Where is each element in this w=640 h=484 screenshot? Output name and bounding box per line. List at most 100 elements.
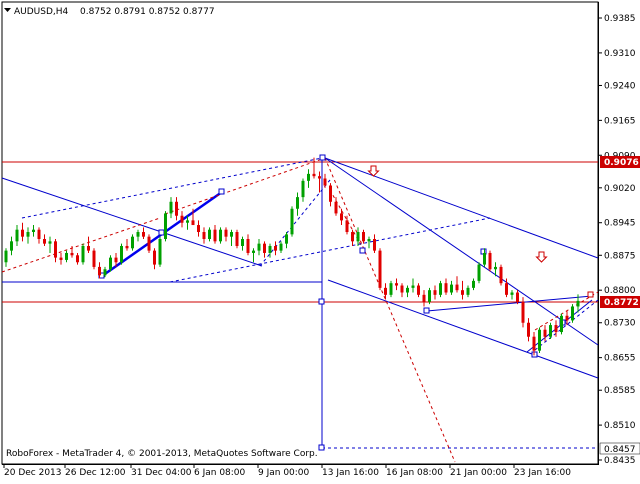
candle-body — [373, 239, 376, 251]
candle-body — [21, 229, 24, 237]
trendline-handle[interactable] — [587, 291, 594, 298]
candle-body — [554, 325, 558, 333]
candle-body — [444, 283, 448, 293]
trendline-handle[interactable] — [318, 444, 325, 451]
candle-body — [208, 229, 211, 239]
candle-body — [417, 285, 420, 295]
candle-body — [43, 239, 46, 244]
price-tag-current: 0.8772 — [600, 296, 640, 308]
candle-body — [274, 245, 277, 251]
price-axis-label: 0.9165 — [604, 116, 636, 126]
candle-body — [197, 225, 200, 233]
candle-body — [285, 234, 288, 244]
candle-body — [510, 292, 514, 295]
price-axis-label: 0.9385 — [604, 14, 636, 24]
candle-body — [411, 285, 415, 288]
price-axis-label: 0.8945 — [604, 219, 636, 229]
candle-body — [472, 280, 475, 288]
candle-body — [114, 257, 118, 263]
candle-body — [26, 232, 30, 237]
candle-body — [219, 229, 222, 242]
price-axis-label: 0.8800 — [604, 286, 636, 296]
candle-body — [213, 229, 217, 242]
price-tag-resistance: 0.9076 — [600, 156, 640, 168]
chart-header: AUDUSD,H4 0.8752 0.8791 0.8752 0.8777 — [4, 7, 215, 17]
candle-body — [307, 173, 310, 181]
candle-body — [37, 229, 41, 239]
candle-body — [230, 232, 233, 237]
candle-body — [345, 220, 349, 233]
price-axis-label: 0.9240 — [604, 81, 636, 91]
price-axis-label: 0.9310 — [604, 49, 636, 59]
candle-body — [224, 229, 228, 237]
candle-body — [15, 229, 19, 242]
price-axis-label: 0.9020 — [604, 184, 636, 194]
candle-body — [268, 245, 272, 253]
time-axis-label: 20 Dec 2013 — [4, 468, 62, 478]
ohlc-values: 0.8752 0.8791 0.8752 0.8777 — [80, 7, 215, 17]
candle-body — [494, 266, 497, 270]
candle-body — [356, 232, 360, 242]
trendline-handle[interactable] — [318, 298, 325, 305]
copyright-text: RoboForex - MetaTrader 4, © 2001-2013, M… — [6, 449, 318, 459]
time-axis-label: 16 Jan 08:00 — [386, 468, 443, 478]
candle-body — [461, 290, 464, 295]
time-axis-label: 9 Jan 00:00 — [258, 468, 310, 478]
candle-body — [169, 201, 173, 214]
candle-body — [538, 329, 541, 351]
price-axis: 0.93850.93100.92400.91650.90900.90200.89… — [598, 14, 636, 466]
candle-body — [466, 287, 470, 295]
candle-body — [505, 283, 508, 295]
candle-body — [450, 284, 453, 293]
candle-body — [521, 301, 525, 323]
price-axis-label: 0.8510 — [604, 421, 636, 431]
candle-body — [136, 232, 140, 237]
candle-body — [81, 245, 85, 263]
candle-body — [202, 232, 206, 239]
candle-body — [312, 173, 316, 177]
candle-body — [158, 239, 162, 265]
time-axis-label: 23 Jan 16:00 — [514, 468, 571, 478]
candle-body — [54, 241, 57, 258]
candle-body — [455, 284, 459, 291]
candle-body — [120, 245, 123, 263]
candle-body — [142, 232, 145, 237]
candle-body — [186, 220, 189, 223]
trendline-handle[interactable] — [218, 188, 225, 195]
candle-body — [279, 243, 283, 251]
candle-body — [367, 239, 371, 242]
candle-body — [153, 250, 156, 265]
candle-body — [296, 197, 299, 209]
candle-body — [483, 252, 486, 265]
candle-body — [241, 239, 244, 246]
candle-body — [246, 239, 250, 253]
trendline-handle[interactable] — [319, 154, 326, 161]
candle-body — [395, 283, 398, 286]
trendline-handle[interactable] — [359, 247, 366, 254]
candle-body — [571, 306, 574, 321]
candle-body — [323, 178, 327, 186]
candle-body — [378, 250, 382, 288]
price-tag-bottom-text: 0.8457 — [604, 445, 636, 455]
chart-window[interactable]: AUDUSD,H4 0.8752 0.8791 0.8752 0.8777 Ro… — [0, 0, 640, 480]
candle-body — [318, 176, 321, 179]
price-axis-label: 0.8585 — [604, 386, 636, 396]
trendline-handle[interactable] — [423, 307, 430, 314]
candle-body — [32, 229, 35, 233]
price-axis-label: 0.8730 — [604, 319, 636, 329]
candle-body — [191, 220, 195, 226]
candle-body — [543, 329, 547, 337]
candle-body — [362, 232, 365, 242]
candle-body — [290, 208, 294, 235]
candle-body — [180, 215, 184, 223]
time-axis-label: 6 Jan 08:00 — [194, 468, 246, 478]
candle-body — [351, 232, 354, 242]
candle-body — [477, 264, 481, 281]
candle-body — [329, 185, 332, 202]
candle-body — [175, 201, 178, 216]
candle-body — [59, 257, 63, 260]
candle-body — [76, 255, 79, 263]
time-axis-label: 21 Jan 00:00 — [450, 468, 507, 478]
candle-body — [263, 243, 266, 253]
trendline-handle[interactable] — [158, 229, 165, 236]
